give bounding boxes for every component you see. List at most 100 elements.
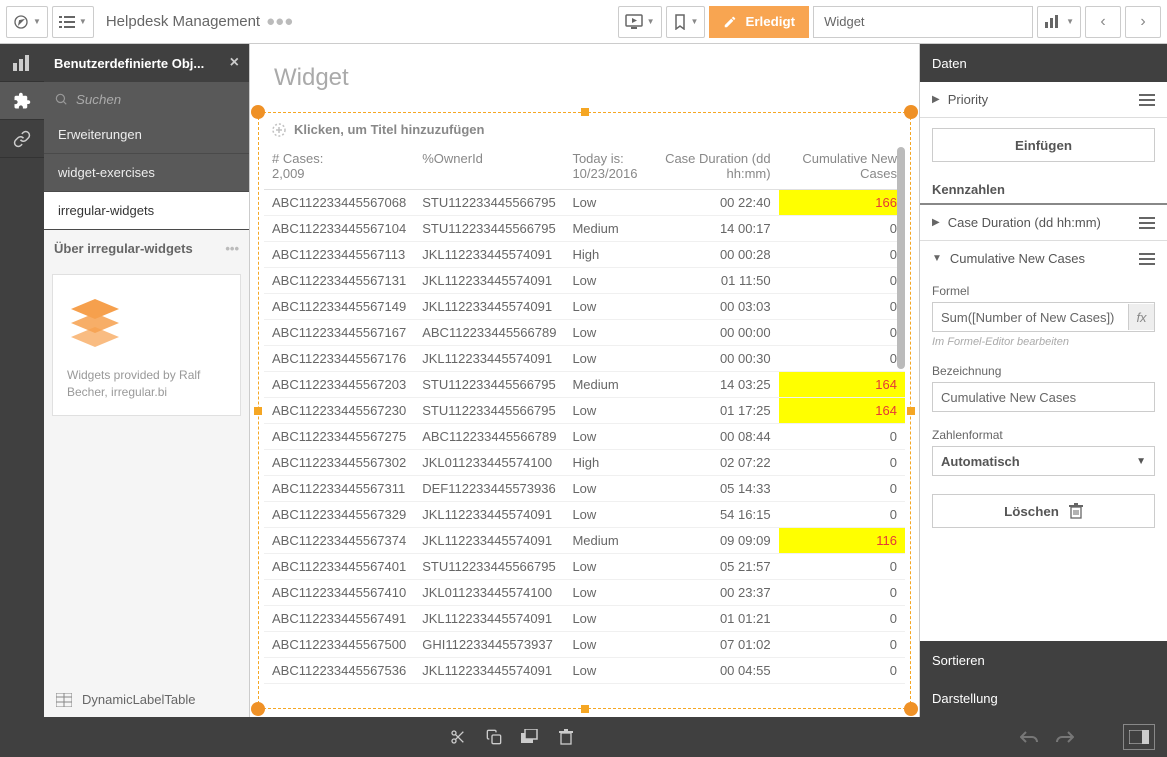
widget-title-placeholder[interactable]: Klicken, um Titel hinzuzufügen [264, 118, 905, 147]
widget-object[interactable]: Klicken, um Titel hinzuzufügen # Cases:2… [258, 112, 911, 709]
search-input[interactable] [76, 92, 239, 107]
nav-menu-button[interactable]: ▼ [6, 6, 48, 38]
table-row[interactable]: ABC112233445567068STU112233445566795Low0… [264, 190, 905, 216]
cell-case-id: ABC112233445567302 [264, 450, 414, 476]
table-row[interactable]: ABC112233445567149JKL112233445574091Low0… [264, 294, 905, 320]
rail-extensions-button[interactable] [0, 82, 44, 120]
cell-cumulative: 0 [779, 424, 905, 450]
table-row[interactable]: ABC112233445567329JKL112233445574091Low5… [264, 502, 905, 528]
table-container[interactable]: # Cases:2,009 %OwnerId Today is:10/23/20… [264, 147, 905, 703]
cell-case-id: ABC112233445567113 [264, 242, 414, 268]
chevron-left-icon: ‹ [1100, 13, 1105, 31]
bezeichnung-input[interactable]: Cumulative New Cases [932, 382, 1155, 412]
loeschen-button[interactable]: Löschen [932, 494, 1155, 528]
list-menu-button[interactable]: ▼ [52, 6, 94, 38]
chart-icon [13, 55, 31, 71]
nav-irregular-widgets[interactable]: irregular-widgets [44, 192, 249, 230]
col-cumulative[interactable]: Cumulative New Cases [779, 147, 905, 190]
cell-case-id: ABC112233445567167 [264, 320, 414, 346]
section-daten[interactable]: Daten [920, 44, 1167, 82]
dim-priority-row[interactable]: ▶Priority [920, 82, 1167, 118]
resize-handle-tr[interactable] [904, 105, 918, 119]
delete-button[interactable] [548, 722, 584, 752]
prev-sheet-button[interactable]: ‹ [1085, 6, 1121, 38]
cell-owner-id: DEF112233445573936 [414, 476, 564, 502]
rail-charts-button[interactable] [0, 44, 44, 82]
resize-handle-bl[interactable] [251, 702, 265, 716]
resize-handle-r[interactable] [907, 407, 915, 415]
formel-input[interactable]: Sum([Number of New Cases]) fx [932, 302, 1155, 332]
drag-handle-icon[interactable] [1139, 253, 1155, 265]
table-row[interactable]: ABC112233445567131JKL112233445574091Low0… [264, 268, 905, 294]
trash-icon [1069, 503, 1083, 519]
cut-button[interactable] [440, 722, 476, 752]
table-row[interactable]: ABC112233445567104STU112233445566795Medi… [264, 216, 905, 242]
page-title[interactable]: Widget [250, 44, 919, 112]
resize-handle-l[interactable] [254, 407, 262, 415]
content-item-dynamiclabeltable[interactable]: DynamicLabelTable [44, 682, 249, 717]
fx-button[interactable]: fx [1128, 304, 1154, 330]
measure-duration-row[interactable]: ▶Case Duration (dd hh:mm) [920, 205, 1167, 241]
stack-icon [521, 729, 539, 745]
redo-button[interactable] [1047, 722, 1083, 752]
list-icon [59, 15, 75, 29]
table-row[interactable]: ABC112233445567410JKL011233445574100Low0… [264, 580, 905, 606]
table-row[interactable]: ABC112233445567203STU112233445566795Medi… [264, 372, 905, 398]
resize-handle-br[interactable] [904, 702, 918, 716]
cell-priority: Low [564, 398, 645, 424]
close-panel-button[interactable]: × [230, 54, 239, 72]
rail-link-button[interactable] [0, 120, 44, 158]
col-duration[interactable]: Case Duration (dd hh:mm) [646, 147, 779, 190]
table-row[interactable]: ABC112233445567275ABC112233445566789Low0… [264, 424, 905, 450]
col-today[interactable]: Today is:10/23/2016 [564, 147, 645, 190]
cell-duration: 01 11:50 [646, 268, 779, 294]
cell-owner-id: JKL112233445574091 [414, 294, 564, 320]
presentation-button[interactable]: ▼ [618, 6, 662, 38]
undo-button[interactable] [1011, 722, 1047, 752]
widget-name-field[interactable]: Widget [813, 6, 1033, 38]
table-row[interactable]: ABC112233445567374JKL112233445574091Medi… [264, 528, 905, 554]
nav-widget-exercises[interactable]: widget-exercises [44, 154, 249, 192]
table-row[interactable]: ABC112233445567500GHI112233445573937Low0… [264, 632, 905, 658]
more-icon[interactable]: ••• [225, 241, 239, 256]
table-row[interactable]: ABC112233445567176JKL112233445574091Low0… [264, 346, 905, 372]
vertical-scrollbar[interactable] [897, 147, 905, 369]
resize-handle-b[interactable] [581, 705, 589, 713]
cell-owner-id: STU112233445566795 [414, 216, 564, 242]
einfuegen-button[interactable]: Einfügen [932, 128, 1155, 162]
zahlenformat-select[interactable]: Automatisch ▼ [932, 446, 1155, 476]
copy-button[interactable] [476, 722, 512, 752]
table-row[interactable]: ABC112233445567491JKL112233445574091Low0… [264, 606, 905, 632]
resize-handle-t[interactable] [581, 108, 589, 116]
done-button[interactable]: Erledigt [709, 6, 809, 38]
bookmark-button[interactable]: ▼ [666, 6, 706, 38]
chart-type-button[interactable]: ▼ [1037, 6, 1081, 38]
next-sheet-button[interactable]: › [1125, 6, 1161, 38]
bar-chart-icon [1044, 15, 1062, 29]
section-sortieren[interactable]: Sortieren [920, 641, 1167, 679]
resize-handle-tl[interactable] [251, 105, 265, 119]
table-row[interactable]: ABC112233445567311DEF112233445573936Low0… [264, 476, 905, 502]
table-row[interactable]: ABC112233445567167ABC112233445566789Low0… [264, 320, 905, 346]
drag-handle-icon[interactable] [1139, 217, 1155, 229]
cell-case-id: ABC112233445567500 [264, 632, 414, 658]
nav-erweiterungen[interactable]: Erweiterungen [44, 116, 249, 154]
cell-owner-id: ABC112233445566789 [414, 320, 564, 346]
cell-priority: Medium [564, 372, 645, 398]
table-row[interactable]: ABC112233445567230STU112233445566795Low0… [264, 398, 905, 424]
toggle-panel-button[interactable] [1123, 724, 1155, 750]
table-row[interactable]: ABC112233445567401STU112233445566795Low0… [264, 554, 905, 580]
col-owner[interactable]: %OwnerId [414, 147, 564, 190]
drag-handle-icon[interactable] [1139, 94, 1155, 106]
paste-button[interactable] [512, 722, 548, 752]
table-row[interactable]: ABC112233445567536JKL112233445574091Low0… [264, 658, 905, 684]
cell-priority: Low [564, 294, 645, 320]
top-toolbar: ▼ ▼ Helpdesk Management ●●● ▼ ▼ Erledigt… [0, 0, 1167, 44]
col-cases[interactable]: # Cases:2,009 [264, 147, 414, 190]
table-row[interactable]: ABC112233445567113JKL112233445574091High… [264, 242, 905, 268]
kennzahlen-header: Kennzahlen [920, 172, 1167, 205]
cell-duration: 00 22:40 [646, 190, 779, 216]
section-darstellung[interactable]: Darstellung [920, 679, 1167, 717]
measure-cumulative-row[interactable]: ▼Cumulative New Cases [920, 241, 1167, 276]
table-row[interactable]: ABC112233445567302JKL011233445574100High… [264, 450, 905, 476]
